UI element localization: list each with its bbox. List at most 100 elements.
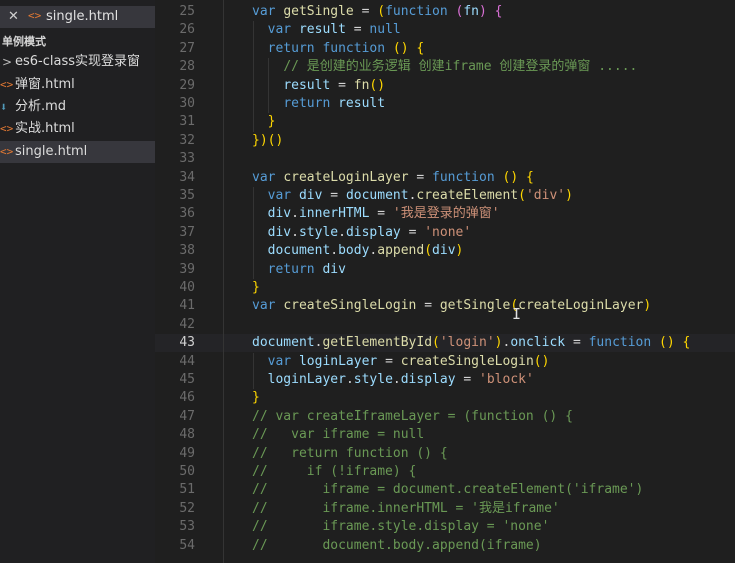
line-number: 38 [179,243,195,259]
tree-item-file[interactable]: ⬇ 分析.md [0,96,155,118]
code-line[interactable]: 42 [155,316,735,334]
code-text[interactable]: document.getElementById('login').onclick… [252,334,690,352]
open-editor-item[interactable]: ✕ <> single.html [0,6,155,28]
line-number: 31 [179,114,195,130]
line-number: 45 [179,372,195,387]
open-editor-label: single.html [46,9,119,24]
code-line[interactable]: 48 // var iframe = null [155,426,735,444]
line-number: 28 [179,59,195,75]
code-text[interactable]: } [252,113,276,131]
code-text[interactable]: return div [252,261,346,279]
code-text[interactable]: document.body.append(div) [252,242,464,260]
code-text[interactable]: // return function () { [252,445,448,463]
code-text[interactable]: // iframe = document.createElement('ifra… [252,481,643,499]
code-text[interactable]: loginLayer.style.display = 'block' [252,371,534,389]
code-text[interactable]: var loginLayer = createSingleLogin() [252,353,550,371]
code-text[interactable]: // var createIframeLayer = (function () … [252,408,573,426]
line-number: 37 [179,224,195,240]
line-number: 52 [179,500,195,516]
tree-item-file[interactable]: <> 弹窗.html [0,74,155,96]
code-line[interactable]: 34 var createLoginLayer = function () { [155,169,735,187]
indent-guide [253,21,254,132]
chevron-right-icon: > [2,55,13,69]
code-line[interactable]: 30 return result [155,95,735,113]
code-text[interactable]: var result = null [252,21,401,39]
line-number: 32 [179,132,195,148]
html-file-icon: <> [0,145,14,158]
explorer-sidebar: ✕ <> single.html 单例模式 > es6-class实现登录窗 <… [0,0,155,563]
code-line[interactable]: 35 var div = document.createElement('div… [155,187,735,205]
line-number: 27 [179,40,195,56]
tree-item-label: 实战.html [15,121,75,136]
line-number: 42 [179,316,195,332]
code-text[interactable]: } [252,279,260,297]
code-text[interactable]: // var iframe = null [252,426,424,444]
code-line[interactable]: 50 // if (!iframe) { [155,463,735,481]
code-line[interactable]: 41 var createSingleLogin = getSingle(crea… [155,297,735,315]
code-text[interactable]: var div = document.createElement('div') [252,187,573,205]
line-number: 51 [179,482,195,498]
code-line[interactable]: 27 return function () { [155,40,735,58]
code-text[interactable]: // document.body.append(iframe) [252,537,542,555]
line-number: 36 [179,206,195,222]
code-line[interactable]: 54 // document.body.append(iframe) [155,537,735,555]
code-text[interactable]: var createLoginLayer = function () { [252,169,534,187]
line-number: 44 [179,353,195,369]
code-line[interactable]: 31 } [155,113,735,131]
tree-item-label: 弹窗.html [15,77,75,92]
line-number: 39 [179,261,195,277]
line-number: 25 [179,4,195,19]
code-line[interactable]: 51 // iframe = document.createElement('if… [155,481,735,499]
code-text[interactable]: return result [252,95,385,113]
code-line[interactable]: 29 result = fn() [155,77,735,95]
folder-title[interactable]: 单例模式 [2,33,46,49]
code-line[interactable]: 49 // return function () { [155,445,735,463]
code-line[interactable]: 37 div.style.display = 'none' [155,224,735,242]
code-text[interactable]: })() [252,132,283,150]
code-text[interactable]: // iframe.style.display = 'none' [252,518,549,536]
code-line[interactable]: 44 var loginLayer = createSingleLogin() [155,353,735,371]
code-line[interactable]: 39 return div [155,261,735,279]
code-text[interactable]: // 是创建的业务逻辑 创建iframe 创建登录的弹窗 ..... [252,58,637,76]
line-number: 35 [179,188,195,203]
code-text[interactable]: div.style.display = 'none' [252,224,472,242]
code-line[interactable]: 32 })() [155,132,735,150]
code-line[interactable]: 46} [155,389,735,407]
html-file-icon: <> [0,122,14,135]
line-number: 46 [179,390,195,406]
code-text[interactable]: var getSingle = (function (fn) { [252,3,503,21]
tree-item-folder[interactable]: > es6-class实现登录窗 [0,51,155,73]
indent-guide [253,352,254,390]
code-line[interactable]: 40} [155,279,735,297]
code-text[interactable]: return function () { [252,40,425,58]
markdown-file-icon: ⬇ [0,100,8,114]
tree-item-file-selected[interactable]: <> single.html [0,141,155,163]
code-line[interactable]: 28 // 是创建的业务逻辑 创建iframe 创建登录的弹窗 ..... [155,58,735,76]
code-text[interactable]: } [252,389,260,407]
line-number: 40 [179,280,195,295]
code-text[interactable]: // if (!iframe) { [252,463,416,481]
gutter-divider [223,0,224,563]
code-text[interactable]: div.innerHTML = '我是登录的弹窗' [252,205,500,223]
line-number: 34 [179,169,195,185]
code-line[interactable]: 25 var getSingle = (function (fn) { [155,3,735,21]
code-line[interactable]: 47 // var createIframeLayer = (function (… [155,408,735,426]
tree-item-file[interactable]: <> 实战.html [0,118,155,140]
code-text[interactable]: var createSingleLogin = getSingle(create… [252,297,651,315]
code-text[interactable]: // iframe.innerHTML = '我是iframe' [252,500,560,518]
code-line[interactable]: 26 var result = null [155,21,735,39]
code-line[interactable]: 38 document.body.append(div) [155,242,735,260]
code-line[interactable]: 53 // iframe.style.display = 'none' [155,518,735,536]
close-icon[interactable]: ✕ [8,9,19,24]
code-line[interactable]: 43 document.getElementById('login').oncli… [155,334,735,353]
code-line[interactable]: 52 // iframe.innerHTML = '我是iframe' [155,500,735,518]
line-number: 48 [179,427,195,443]
code-line[interactable]: 45 loginLayer.style.display = 'block' [155,371,735,389]
line-number: 41 [179,298,195,314]
tree-item-label: single.html [15,144,88,159]
line-number: 30 [179,96,195,111]
code-editor[interactable]: 25 var getSingle = (function (fn) {26 var… [155,0,735,563]
code-line[interactable]: 36 div.innerHTML = '我是登录的弹窗' [155,205,735,223]
code-text[interactable]: result = fn() [252,77,385,95]
code-line[interactable]: 33 [155,150,735,168]
